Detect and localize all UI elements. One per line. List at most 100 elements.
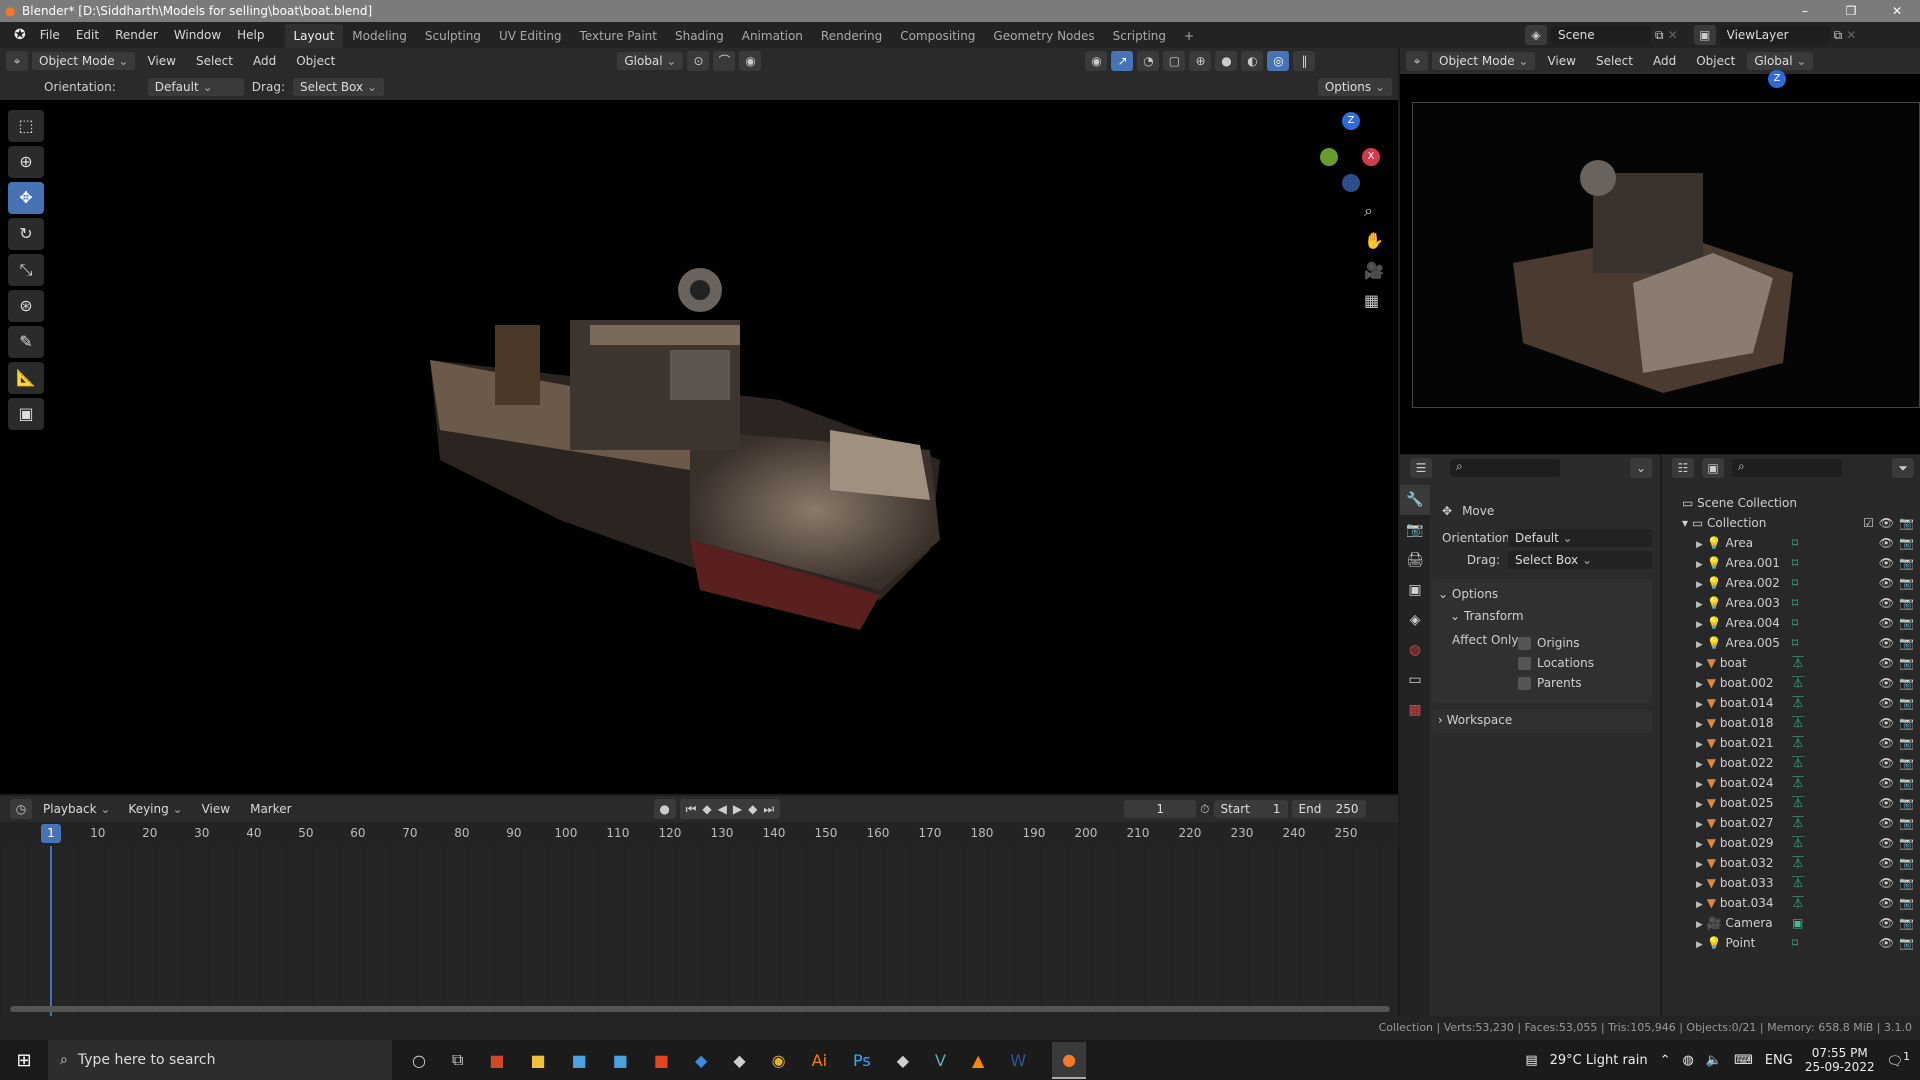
outliner-item[interactable]: ▶ ▼ boat.025 ⏄ 👁 📷 (1662, 793, 1920, 813)
language-indicator[interactable]: ENG (1765, 1053, 1793, 1068)
menu-edit[interactable]: Edit (68, 22, 107, 48)
measure-tool-icon[interactable]: 📐 (8, 362, 44, 394)
prev-keyframe-icon[interactable]: ◆ (702, 802, 711, 816)
view-layer-icon[interactable]: ▣ (1693, 25, 1716, 45)
outliner-item[interactable]: ▶ 🎥 Camera ▣ 👁 📷 (1662, 913, 1920, 933)
outliner-item[interactable]: ▶ ▼ boat.021 ⏄ 👁 📷 (1662, 733, 1920, 753)
outliner-item[interactable]: ▶ 💡 Area.003 ⌑ 👁 📷 (1662, 593, 1920, 613)
ortho-grid-icon[interactable]: ▦ (1364, 286, 1384, 316)
menu-view[interactable]: View (1539, 48, 1583, 74)
cortana-icon[interactable]: ○ (412, 1051, 426, 1070)
visibility-eye-icon[interactable]: 👁 (1879, 813, 1894, 833)
origins-checkbox[interactable]: Origins (1518, 633, 1594, 653)
render-tab-icon[interactable]: 📷 (1400, 515, 1430, 545)
outliner-item[interactable]: ▶ 💡 Area.002 ⌑ 👁 📷 (1662, 573, 1920, 593)
outliner-item[interactable]: ▶ 💡 Area.004 ⌑ 👁 📷 (1662, 613, 1920, 633)
display-mode-icon[interactable]: ▣ (1702, 458, 1724, 478)
windows-start-icon[interactable]: ⊞ (0, 1050, 48, 1071)
playback-menu[interactable]: Playback (36, 800, 117, 818)
current-frame-field[interactable]: 1 (1124, 800, 1197, 818)
minimize-button[interactable]: – (1782, 0, 1828, 22)
render-camera-icon[interactable]: 📷 (1899, 573, 1914, 593)
mesh-data-icon[interactable]: ⏄ (1792, 653, 1804, 673)
word-icon[interactable]: W (1010, 1051, 1026, 1070)
rendered-shading-icon[interactable]: ◎ (1267, 51, 1290, 71)
scene-tab-icon[interactable]: ◈ (1400, 605, 1430, 635)
mesh-data-icon[interactable]: ⏄ (1792, 793, 1804, 813)
outliner-item[interactable]: ▶ 💡 Area.001 ⌑ 👁 📷 (1662, 553, 1920, 573)
show-hidden-icons[interactable]: ⌃ (1660, 1053, 1671, 1068)
solid-shading-icon[interactable]: ● (1215, 51, 1238, 71)
chrome-icon[interactable]: ◉ (772, 1051, 786, 1070)
render-camera-icon[interactable]: 📷 (1899, 613, 1914, 633)
visibility-eye-icon[interactable]: 👁 (1879, 833, 1894, 853)
outliner-scene-collection[interactable]: ▭ Scene Collection (1662, 493, 1920, 513)
notifications-icon[interactable]: 🗨1 (1887, 1050, 1910, 1069)
render-camera-icon[interactable]: 📷 (1899, 813, 1914, 833)
outliner-search-input[interactable]: ⌕ (1732, 459, 1842, 477)
app-icon[interactable]: ◆ (695, 1051, 707, 1070)
properties-editor-type-icon[interactable]: ☰ (1410, 458, 1432, 478)
workspace-tab-shading[interactable]: Shading (666, 24, 733, 48)
mode-selector[interactable]: Object Mode (1432, 52, 1536, 70)
gizmo-x-axis[interactable]: X (1362, 148, 1380, 166)
render-camera-icon[interactable]: 📷 (1899, 733, 1914, 753)
mesh-data-icon[interactable]: ⏄ (1792, 733, 1804, 753)
light-data-icon[interactable]: ⌑ (1792, 933, 1798, 953)
render-camera-icon[interactable]: 📷 (1899, 653, 1914, 673)
menu-select[interactable]: Select (188, 48, 241, 74)
menu-add[interactable]: Add (1645, 48, 1684, 74)
render-camera-icon[interactable]: 📷 (1899, 873, 1914, 893)
mesh-data-icon[interactable]: ⏄ (1792, 713, 1804, 733)
collection-tab-icon[interactable]: ▭ (1400, 665, 1430, 695)
render-camera-icon[interactable]: 📷 (1899, 853, 1914, 873)
outliner-item[interactable]: ▶ ▼ boat.002 ⏄ 👁 📷 (1662, 673, 1920, 693)
light-data-icon[interactable]: ⌑ (1792, 633, 1798, 653)
taskbar-search-box[interactable]: ⌕ Type here to search (48, 1040, 392, 1080)
render-camera-icon[interactable]: 📷 (1899, 533, 1914, 553)
clock[interactable]: 07:55 PM 25-09-2022 (1805, 1046, 1875, 1074)
render-camera-icon[interactable]: 📷 (1899, 713, 1914, 733)
pan-hand-icon[interactable]: ✋ (1364, 226, 1384, 256)
outliner-item[interactable]: ▶ ▼ boat.034 ⏄ 👁 📷 (1662, 893, 1920, 913)
cursor-tool-icon[interactable]: ⊕ (8, 146, 44, 178)
world-tab-icon[interactable]: ◍ (1400, 635, 1430, 665)
view-layer-tab-icon[interactable]: ▣ (1400, 575, 1430, 605)
locations-checkbox[interactable]: Locations (1518, 653, 1594, 673)
auto-keying-icon[interactable]: ● (653, 799, 676, 819)
visibility-eye-icon[interactable]: 👁 (1879, 933, 1894, 953)
proportional-edit-icon[interactable]: ◉ (739, 51, 762, 71)
play-icon[interactable]: ▶ (733, 802, 742, 816)
transform-tool-icon[interactable]: ⊛ (8, 290, 44, 322)
mesh-data-icon[interactable]: ⏄ (1792, 873, 1804, 893)
workspace-tab-sculpting[interactable]: Sculpting (416, 24, 490, 48)
orientation-dropdown[interactable]: Default (147, 78, 244, 96)
workspace-tab-animation[interactable]: Animation (733, 24, 812, 48)
network-icon[interactable]: ◍ (1683, 1053, 1694, 1068)
app-icon[interactable]: ◆ (897, 1051, 909, 1070)
light-data-icon[interactable]: ⌑ (1792, 613, 1798, 633)
visibility-eye-icon[interactable]: 👁 (1879, 873, 1894, 893)
play-reverse-icon[interactable]: ◀ (718, 802, 727, 816)
menu-object[interactable]: Object (288, 48, 343, 74)
workspace-tab-scripting[interactable]: Scripting (1104, 24, 1175, 48)
workspace-tab-texture-paint[interactable]: Texture Paint (571, 24, 666, 48)
mesh-data-icon[interactable]: ⏄ (1792, 673, 1804, 693)
material-shading-icon[interactable]: ◐ (1241, 51, 1264, 71)
gizmo-icon[interactable]: ↗ (1111, 51, 1134, 71)
timeline-editor-type-icon[interactable]: ◷ (10, 799, 32, 819)
transform-orientation-selector[interactable]: Global (617, 52, 684, 70)
app-icon[interactable]: ◆ (733, 1051, 745, 1070)
render-camera-icon[interactable]: 📷 (1899, 753, 1914, 773)
render-camera-icon[interactable]: 📷 (1899, 553, 1914, 573)
menu-help[interactable]: Help (229, 22, 272, 48)
drag-dropdown[interactable]: Select Box (1508, 551, 1652, 569)
new-scene-icon[interactable]: ⧉ (1655, 28, 1664, 43)
select-box-tool-icon[interactable]: ⬚ (8, 110, 44, 142)
render-camera-icon[interactable]: 📷 (1899, 693, 1914, 713)
gizmo-y-axis[interactable] (1320, 148, 1338, 166)
drag-dropdown[interactable]: Select Box (292, 78, 384, 96)
gizmo-z-axis[interactable]: Z (1768, 70, 1786, 88)
view-menu[interactable]: View (194, 796, 238, 822)
move-tool-icon[interactable]: ✥ (8, 182, 44, 214)
